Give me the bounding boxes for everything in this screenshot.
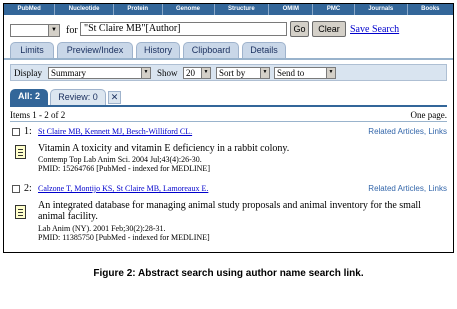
tabs-divider — [4, 58, 453, 60]
result-authors-link[interactable]: St Claire MB, Kennett MJ, Besch-Willifor… — [38, 127, 192, 136]
result-checkbox[interactable] — [12, 185, 20, 193]
display-format-select[interactable]: Summary ▼ — [48, 67, 151, 79]
display-format-value: Summary — [51, 68, 86, 78]
abstract-document-icon[interactable] — [15, 205, 26, 219]
result-item: 2: Calzone T, Montijo KS, St Claire MB, … — [10, 183, 447, 250]
chevron-down-icon: ▼ — [48, 25, 59, 36]
nav-journals[interactable]: Journals — [355, 4, 408, 15]
result-pmid: PMID: 15264766 [PubMed - indexed for MED… — [38, 164, 210, 173]
tab-history[interactable]: History — [136, 42, 180, 58]
result-authors-link[interactable]: Calzone T, Montijo KS, St Claire MB, Lam… — [38, 184, 208, 193]
display-label: Display — [14, 68, 42, 78]
result-citation: Lab Anim (NY). 2001 Feb;30(2):28-31. — [38, 224, 166, 233]
go-button[interactable]: Go — [290, 21, 309, 37]
entrez-nav-bar: PubMed Nucleotide Protein Genome Structu… — [4, 4, 453, 15]
chevron-down-icon: ▼ — [141, 68, 150, 78]
search-input[interactable]: "St Claire MB"[Author] — [80, 22, 287, 36]
for-label: for — [66, 25, 78, 36]
chevron-down-icon: ▼ — [260, 68, 269, 78]
save-search-link[interactable]: Save Search — [350, 24, 399, 35]
nav-pubmed[interactable]: PubMed — [4, 4, 56, 15]
abstract-document-icon[interactable] — [15, 145, 26, 159]
sort-by-value: Sort by — [219, 68, 246, 78]
tab-all-results[interactable]: All: 2 — [10, 89, 48, 105]
result-number: 1: — [24, 126, 32, 137]
nav-pmc[interactable]: PMC — [313, 4, 355, 15]
nav-genome[interactable]: Genome — [163, 4, 215, 15]
show-count-value: 20 — [186, 68, 195, 78]
tab-review-results[interactable]: Review: 0 — [50, 89, 106, 105]
result-item: 1: St Claire MB, Kennett MJ, Besch-Willi… — [10, 126, 447, 177]
chevron-down-icon: ▼ — [201, 68, 210, 78]
nav-nucleotide[interactable]: Nucleotide — [55, 4, 114, 15]
results-tabs-divider — [10, 105, 447, 107]
items-count: Items 1 - 2 of 2 — [10, 110, 66, 120]
show-label: Show — [157, 68, 178, 78]
results-divider — [10, 121, 447, 122]
feature-tabs: Limits Preview/Index History Clipboard D… — [10, 42, 289, 58]
send-to-value: Send to — [277, 68, 305, 78]
chevron-down-icon: ▼ — [326, 68, 335, 78]
result-pmid: PMID: 11385750 [PubMed - indexed for MED… — [38, 233, 210, 242]
display-bar: Display Summary ▼ Show 20 ▼ Sort by ▼ Se… — [10, 64, 447, 81]
result-citation: Contemp Top Lab Anim Sci. 2004 Jul;43(4)… — [38, 155, 202, 164]
figure-caption: Figure 2: Abstract search using author n… — [93, 268, 364, 279]
tab-limits[interactable]: Limits — [10, 42, 54, 58]
send-to-select[interactable]: Send to ▼ — [274, 67, 336, 79]
tab-clipboard[interactable]: Clipboard — [183, 42, 239, 58]
nav-omim[interactable]: OMIM — [269, 4, 314, 15]
tab-preview-index[interactable]: Preview/Index — [57, 42, 133, 58]
wrench-icon[interactable]: ✕ — [108, 91, 121, 104]
show-count-select[interactable]: 20 ▼ — [183, 67, 211, 79]
result-number: 2: — [24, 183, 32, 194]
related-articles-link[interactable]: Related Articles, Links — [368, 127, 447, 136]
result-checkbox[interactable] — [12, 128, 20, 136]
result-title: An integrated database for managing anim… — [38, 200, 421, 222]
nav-structure[interactable]: Structure — [215, 4, 270, 15]
page-info: One page. — [410, 110, 447, 120]
nav-protein[interactable]: Protein — [114, 4, 163, 15]
tab-details[interactable]: Details — [242, 42, 286, 58]
screenshot-frame: PubMed Nucleotide Protein Genome Structu… — [3, 3, 454, 253]
clear-button[interactable]: Clear — [312, 21, 346, 37]
database-select[interactable]: ▼ — [10, 24, 60, 37]
result-title: Vitamin A toxicity and vitamin E deficie… — [38, 143, 290, 154]
sort-by-select[interactable]: Sort by ▼ — [216, 67, 270, 79]
nav-books[interactable]: Books — [408, 4, 453, 15]
search-row: ▼ for "St Claire MB"[Author] Go Clear Sa… — [4, 20, 453, 38]
related-articles-link[interactable]: Related Articles, Links — [368, 184, 447, 193]
